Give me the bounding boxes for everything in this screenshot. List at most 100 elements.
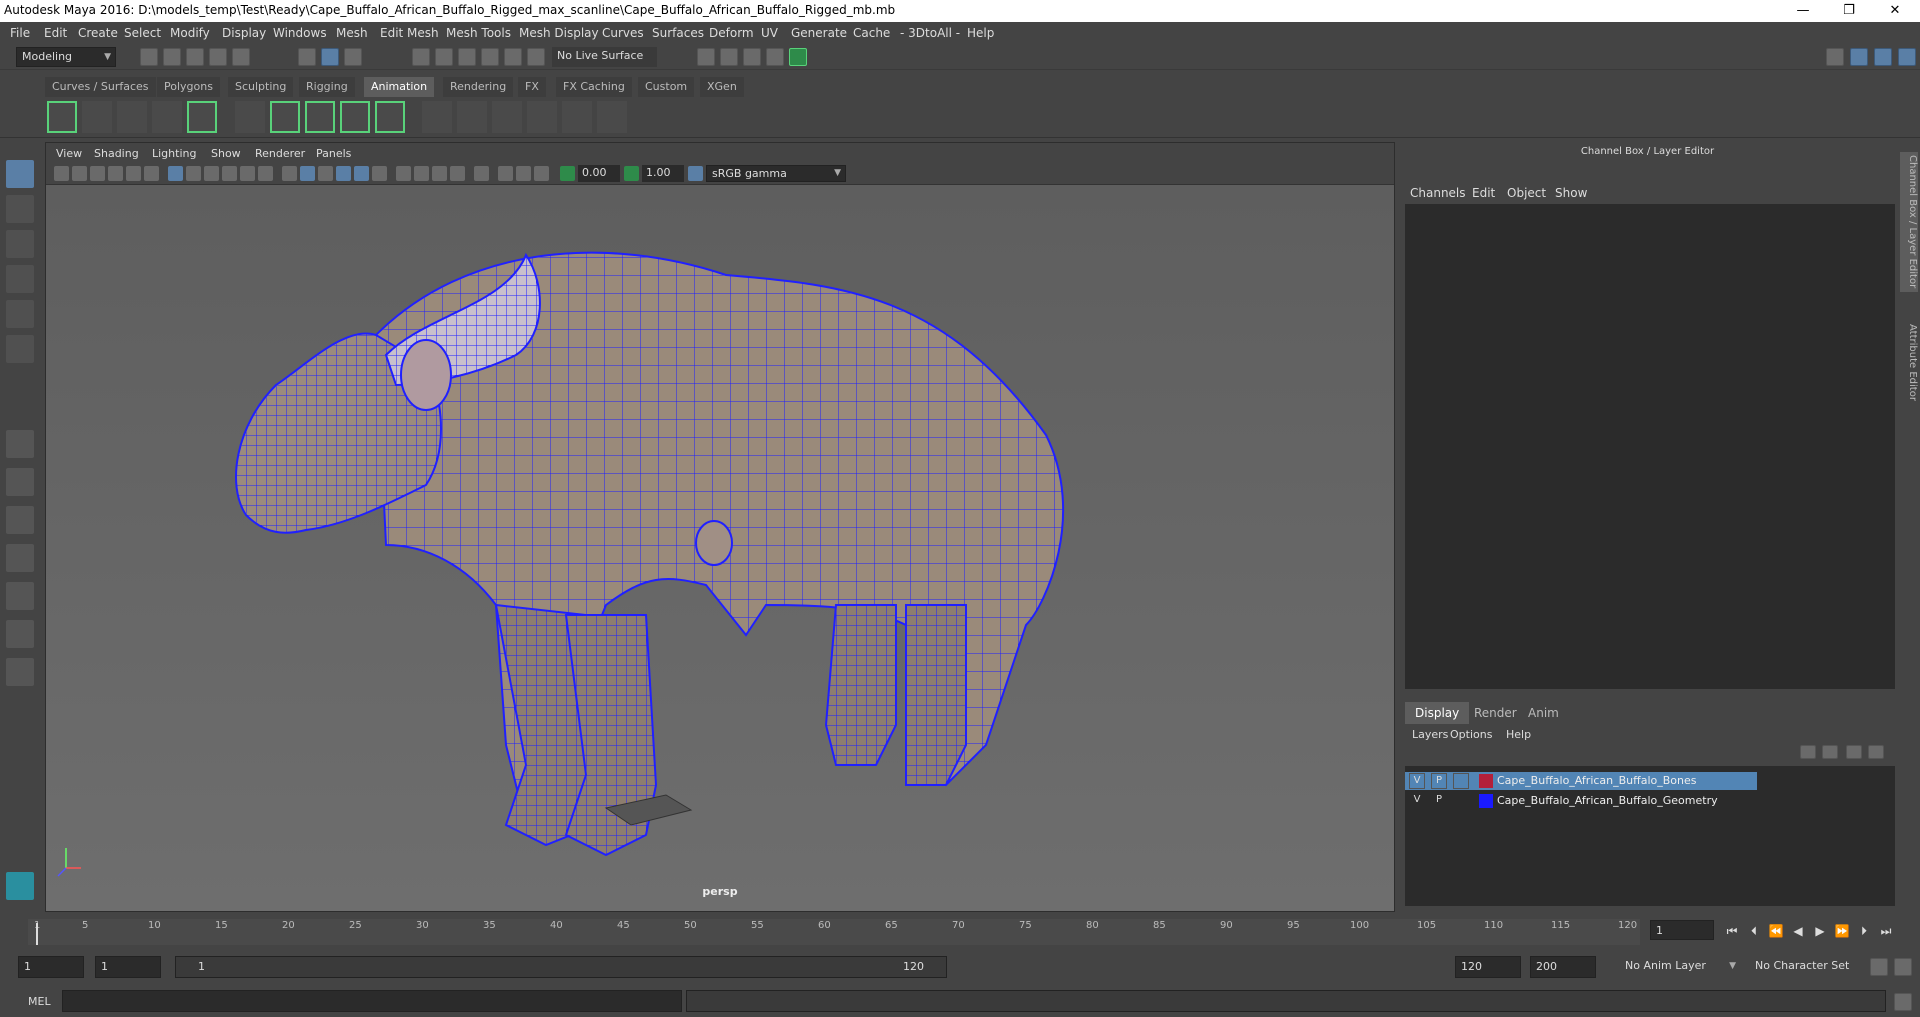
wireframe-icon[interactable] <box>282 166 297 181</box>
layout-options-icon[interactable] <box>6 658 34 686</box>
minimize-button[interactable]: — <box>1780 0 1826 22</box>
playback-toggle[interactable]: P <box>1431 773 1447 789</box>
auto-key-icon[interactable] <box>1870 958 1888 976</box>
attribute-editor-toggle-icon[interactable] <box>1850 48 1868 66</box>
gamma-icon[interactable] <box>624 166 639 181</box>
tool-settings-toggle-icon[interactable] <box>1874 48 1892 66</box>
paint-weights-icon[interactable] <box>562 101 592 133</box>
four-pane-layout-icon[interactable] <box>6 468 34 496</box>
gate-mask-icon[interactable] <box>222 166 237 181</box>
menu-curves[interactable]: Curves <box>602 26 644 40</box>
side-tab-channel-box[interactable]: Channel Box / Layer Editor <box>1900 152 1918 292</box>
time-slider-track[interactable]: 1 5 10 15 20 25 30 35 40 45 50 55 60 65 … <box>28 919 1640 945</box>
camera-attributes-icon[interactable] <box>72 166 87 181</box>
layer-color-swatch[interactable] <box>1479 774 1493 788</box>
persp-outliner-layout-icon[interactable] <box>6 544 34 572</box>
save-scene-icon[interactable] <box>186 48 204 66</box>
layer-row-bones[interactable]: V P Cape_Buffalo_African_Buffalo_Bones <box>1405 772 1757 790</box>
undo-icon[interactable] <box>209 48 227 66</box>
bookmark-icon[interactable] <box>90 166 105 181</box>
menu-mesh-display[interactable]: Mesh Display <box>519 26 599 40</box>
layer-name[interactable]: Cape_Buffalo_African_Buffalo_Bones <box>1497 774 1697 787</box>
xray-components-icon[interactable] <box>534 166 549 181</box>
ik-handle-icon[interactable] <box>457 101 487 133</box>
outliner-layout-icon[interactable] <box>6 620 34 648</box>
menu-display[interactable]: Display <box>222 26 266 40</box>
layer-name[interactable]: Cape_Buffalo_African_Buffalo_Geometry <box>1497 794 1718 807</box>
vp-menu-renderer[interactable]: Renderer <box>255 147 305 160</box>
modeling-toolkit-icon[interactable] <box>1826 48 1844 66</box>
resolution-gate-icon[interactable] <box>204 166 219 181</box>
menu-uv[interactable]: UV <box>761 26 778 40</box>
go-to-end-icon[interactable]: ⏭ <box>1878 923 1894 939</box>
snap-view-icon[interactable] <box>481 48 499 66</box>
joint-tool-icon[interactable] <box>422 101 452 133</box>
animation-start-field[interactable]: 1 <box>18 956 84 978</box>
range-bar[interactable]: 1 120 <box>175 956 947 978</box>
current-time-indicator[interactable] <box>36 923 38 945</box>
make-live-icon[interactable] <box>527 48 545 66</box>
menu-select[interactable]: Select <box>124 26 161 40</box>
camera-select-icon[interactable] <box>54 166 69 181</box>
tab-animation[interactable]: Animation <box>364 77 435 97</box>
render-settings-icon[interactable] <box>766 48 784 66</box>
menu-edit[interactable]: Edit <box>44 26 67 40</box>
playback-toggle[interactable]: P <box>1431 793 1447 809</box>
gamma-field[interactable]: 1.00 <box>642 165 684 182</box>
persp-graph-layout-icon[interactable] <box>6 582 34 610</box>
bind-skin-icon[interactable] <box>527 101 557 133</box>
close-button[interactable]: ✕ <box>1872 0 1918 22</box>
3d-viewport[interactable]: persp <box>46 185 1394 911</box>
rotate-tool-icon[interactable] <box>6 300 34 328</box>
set-key-icon[interactable] <box>235 101 265 133</box>
vp-menu-view[interactable]: View <box>56 147 82 160</box>
exposure-icon[interactable] <box>560 166 575 181</box>
move-layer-down-icon[interactable] <box>1822 745 1838 759</box>
grid-toggle-icon[interactable] <box>168 166 183 181</box>
tab-rigging[interactable]: Rigging <box>299 77 355 97</box>
default-material-icon[interactable] <box>318 166 333 181</box>
ghost-icon[interactable] <box>117 101 147 133</box>
image-plane-icon[interactable] <box>108 166 123 181</box>
select-hierarchy-icon[interactable] <box>298 48 316 66</box>
layer-row-geometry[interactable]: V P Cape_Buffalo_African_Buffalo_Geometr… <box>1405 792 1895 810</box>
anti-aliasing-icon[interactable] <box>450 166 465 181</box>
menu-create[interactable]: Create <box>78 26 118 40</box>
current-frame-field[interactable]: 1 <box>1650 920 1714 940</box>
open-scene-icon[interactable] <box>163 48 181 66</box>
cb-menu-show[interactable]: Show <box>1555 186 1587 200</box>
tab-xgen[interactable]: XGen <box>700 77 744 97</box>
playblast-icon[interactable] <box>47 101 77 133</box>
layer-menu-help[interactable]: Help <box>1506 728 1531 741</box>
menu-generate[interactable]: Generate <box>791 26 847 40</box>
tab-custom[interactable]: Custom <box>638 77 695 97</box>
wireframe-on-shaded-icon[interactable] <box>336 166 351 181</box>
isolate-select-icon[interactable] <box>474 166 489 181</box>
cb-menu-object[interactable]: Object <box>1507 186 1546 200</box>
visibility-toggle[interactable]: V <box>1409 773 1425 789</box>
ipr-render-icon[interactable] <box>743 48 761 66</box>
motion-blur-icon[interactable] <box>432 166 447 181</box>
buffalo-model[interactable] <box>235 251 1065 857</box>
select-object-icon[interactable] <box>321 48 339 66</box>
layer-tab-anim[interactable]: Anim <box>1518 702 1569 724</box>
live-surface-field[interactable]: No Live Surface <box>552 47 657 67</box>
go-to-start-icon[interactable]: ⏮ <box>1724 923 1740 939</box>
new-layer-selected-icon[interactable] <box>1868 745 1884 759</box>
ik-spline-icon[interactable] <box>492 101 522 133</box>
menu-surfaces[interactable]: Surfaces <box>652 26 704 40</box>
display-type-toggle[interactable] <box>1453 773 1469 789</box>
menu-mesh-tools[interactable]: Mesh Tools <box>446 26 511 40</box>
step-back-frame-icon[interactable]: ⏴ <box>1746 923 1762 939</box>
textured-icon[interactable] <box>354 166 369 181</box>
mode-selector[interactable]: Modeling ▼ <box>16 47 116 67</box>
color-space-dropdown[interactable]: sRGB gamma ▼ <box>706 165 846 182</box>
move-tool-icon[interactable] <box>6 265 34 293</box>
field-chart-icon[interactable] <box>240 166 255 181</box>
two-pane-layout-icon[interactable] <box>6 506 34 534</box>
shadows-icon[interactable] <box>396 166 411 181</box>
channel-list[interactable] <box>1405 204 1895 689</box>
film-gate-icon[interactable] <box>186 166 201 181</box>
menu-windows[interactable]: Windows <box>273 26 327 40</box>
playback-start-field[interactable]: 1 <box>95 956 161 978</box>
